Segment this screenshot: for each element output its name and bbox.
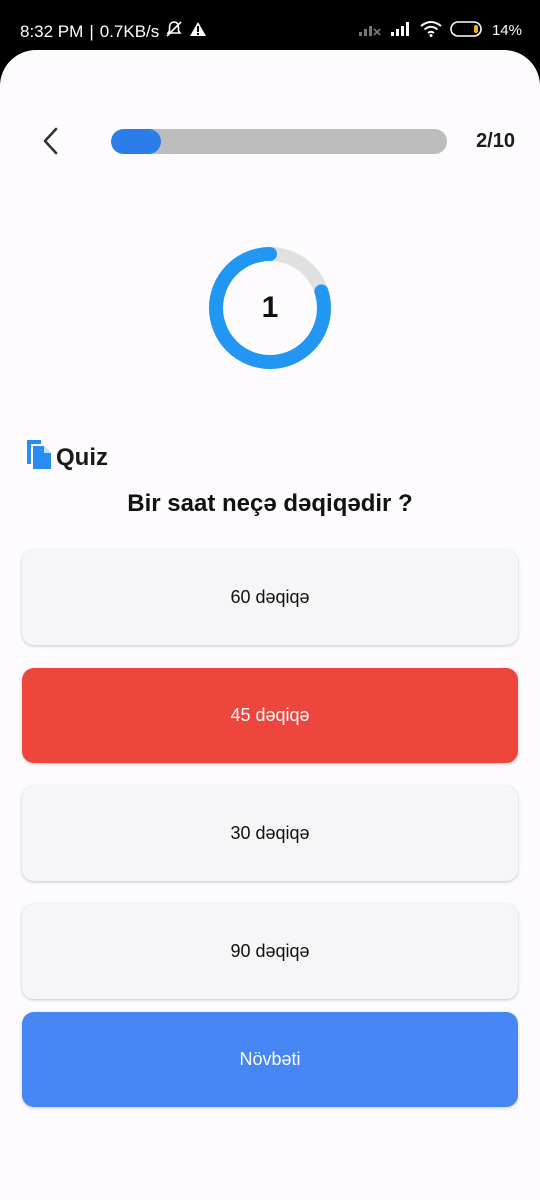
- status-separator: |: [89, 21, 94, 41]
- muted-bell-icon: [165, 20, 183, 43]
- battery-percent: 14%: [491, 22, 522, 39]
- status-left: 8:32 PM | 0.7KB/s: [20, 20, 207, 43]
- status-time: 8:32 PM: [20, 21, 84, 41]
- quiz-progress-bar: [111, 129, 447, 154]
- quiz-screen: 2/10 1 Quiz Bir saat neçə dəqiqədir ? 60…: [0, 50, 540, 1200]
- signal-off-icon: [358, 21, 382, 41]
- question-text: Bir saat neçə dəqiqədir ?: [127, 490, 413, 517]
- status-network-speed: 0.7KB/s: [99, 21, 160, 41]
- quiz-progress-fill: [111, 129, 162, 154]
- answer-option-label: 30 dəqiqə: [230, 823, 310, 843]
- warning-icon: [189, 21, 207, 42]
- quiz-heading: Quiz: [24, 438, 108, 477]
- chevron-left-icon: [43, 127, 58, 155]
- answer-option-label: 45 dəqiqə: [230, 705, 310, 725]
- timer-value: 1: [261, 291, 279, 324]
- answer-option[interactable]: 30 dəqiqə: [22, 786, 518, 881]
- battery-icon: [450, 20, 484, 41]
- wifi-icon: [420, 20, 442, 41]
- quiz-label: Quiz: [56, 443, 108, 471]
- answer-option-wrong[interactable]: 45 dəqiqə: [22, 668, 518, 763]
- answer-option[interactable]: 90 dəqiqə: [22, 904, 518, 999]
- answer-option[interactable]: 60 dəqiqə: [22, 550, 518, 645]
- document-icon: [24, 438, 54, 477]
- countdown-timer: 1: [208, 246, 332, 370]
- answer-option-label: 60 dəqiqə: [230, 587, 310, 607]
- next-button-label: Növbəti: [239, 1049, 301, 1069]
- progress-counter: 2/10: [476, 130, 515, 152]
- answer-option-label: 90 dəqiqə: [230, 941, 310, 961]
- back-button[interactable]: [34, 125, 66, 157]
- signal-icon: [390, 21, 412, 41]
- next-button[interactable]: Növbəti: [22, 1012, 518, 1107]
- status-right: 14%: [358, 20, 522, 41]
